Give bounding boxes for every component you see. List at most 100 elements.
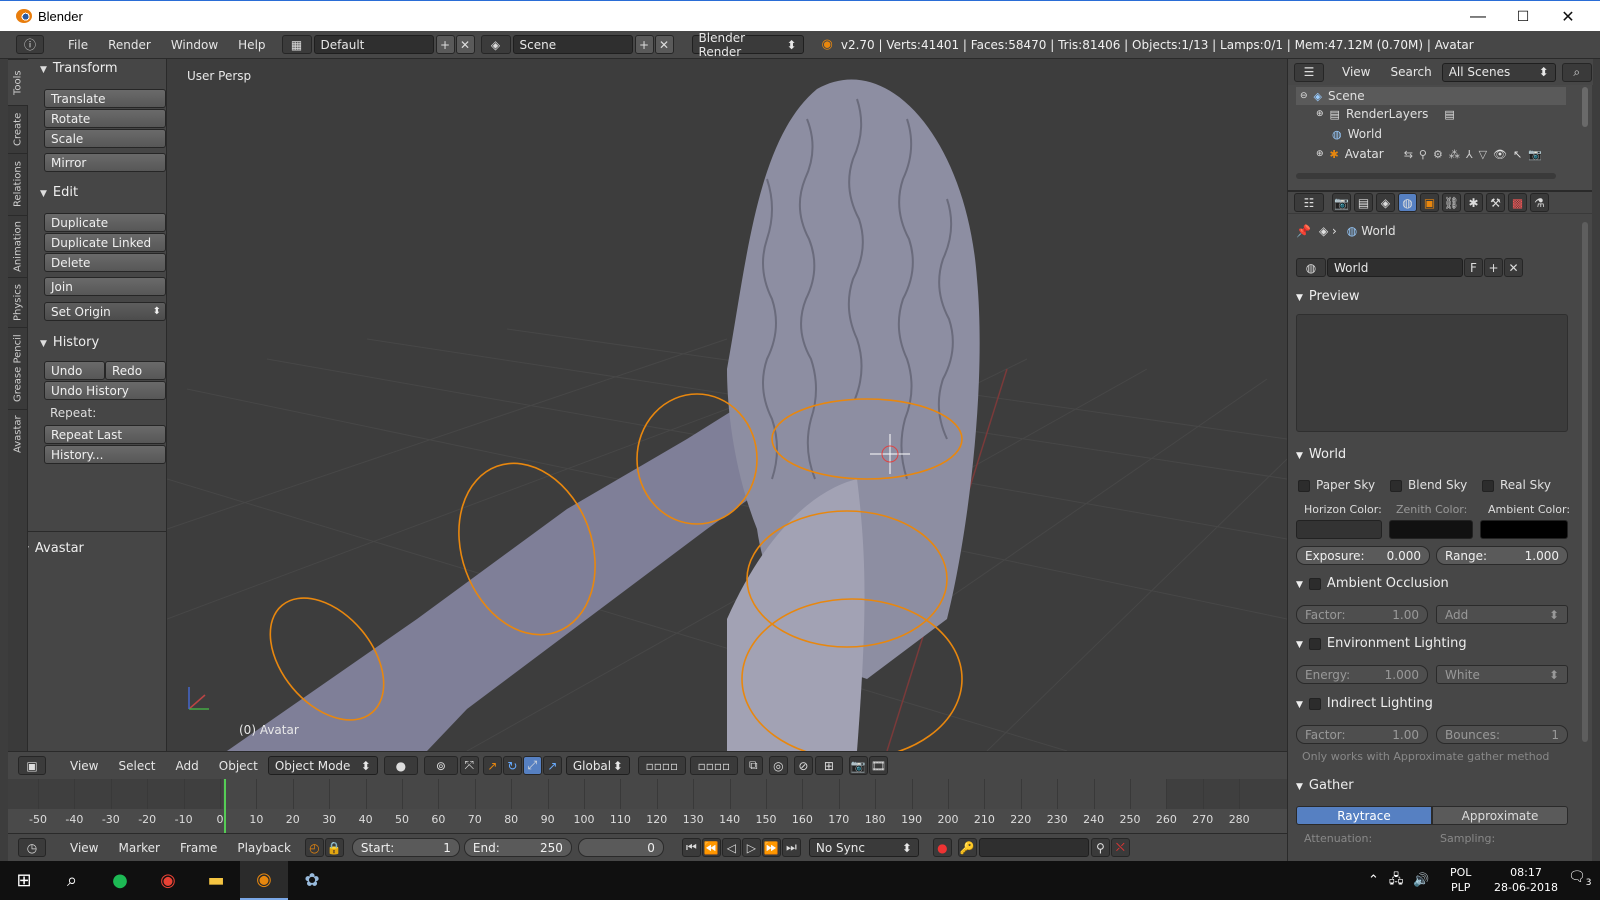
collapse-icon[interactable]: ⊖	[1300, 91, 1308, 101]
timeline[interactable]: -50 -40 -30 -20 -10 0 10 20 30 40 50 60 70 80 90 100 110…	[8, 779, 1287, 833]
snap-element-icon[interactable]: ⊞	[814, 756, 843, 775]
render-layers-tab-icon[interactable]: ▤	[1354, 193, 1373, 212]
indirect-lighting-panel-header[interactable]: Indirect Lighting	[1296, 696, 1433, 711]
gather-panel-header[interactable]: Gather	[1296, 778, 1354, 793]
armature-data-tab-icon[interactable]: ✱	[1464, 193, 1483, 212]
energy-field[interactable]: Energy: 1.000	[1296, 665, 1428, 684]
unlink-world-icon[interactable]: ✕	[1504, 258, 1523, 277]
orientation-select[interactable]: Global ⬍	[565, 756, 630, 775]
jump-keyframe-back-icon[interactable]: ⏪	[701, 838, 721, 857]
scene-tab-icon[interactable]: ◈	[1376, 193, 1395, 212]
history-more-button[interactable]: History...	[44, 445, 166, 464]
jump-keyframe-forward-icon[interactable]: ⏩	[761, 838, 781, 857]
fake-user-button[interactable]: F	[1464, 258, 1483, 277]
outliner-row-scene[interactable]: ⊖ ◈ Scene	[1296, 87, 1566, 105]
network-icon[interactable]: 🖧	[1389, 870, 1404, 892]
preview-panel-header[interactable]: Preview	[1296, 289, 1360, 304]
horizon-color-swatch[interactable]	[1296, 520, 1382, 539]
redo-button[interactable]: Redo	[105, 361, 166, 380]
transform-orientation-icon[interactable]: ↗	[542, 756, 562, 775]
keying-set-field[interactable]	[978, 838, 1089, 857]
outliner-horizontal-scrollbar[interactable]	[1296, 173, 1556, 179]
maximize-button[interactable]: ☐	[1500, 1, 1546, 32]
tab-create[interactable]: Create	[8, 105, 28, 153]
transform-panel-header[interactable]: Transform	[40, 61, 118, 76]
real-sky-checkbox[interactable]: Real Sky	[1482, 478, 1551, 492]
mirror-button[interactable]: Mirror	[44, 153, 166, 172]
lock-layers-icon[interactable]: ⧉	[743, 756, 763, 775]
record-icon[interactable]: ●	[932, 838, 952, 857]
translate-manipulator-icon[interactable]: ↗	[482, 756, 502, 775]
ao-panel-header[interactable]: Ambient Occlusion	[1296, 576, 1449, 591]
screen-layout-field[interactable]: Default	[313, 35, 434, 54]
expand-icon[interactable]: ⊕	[1316, 109, 1324, 119]
world-name-field[interactable]: World	[1327, 258, 1463, 277]
scene-icon[interactable]: ◈	[480, 35, 511, 54]
ao-enable-checkbox[interactable]	[1308, 577, 1321, 590]
menu-frame[interactable]: Frame	[170, 841, 227, 855]
editor-type-info-icon[interactable]: ⓘ	[16, 35, 44, 54]
bone-tab-icon[interactable]: ⚒	[1486, 193, 1505, 212]
viewport-scene[interactable]	[167, 59, 1287, 751]
render-tab-icon[interactable]: 📷	[1332, 193, 1351, 212]
close-button[interactable]: ✕	[1545, 1, 1591, 32]
insert-keyframe-icon[interactable]: ⚲	[1090, 838, 1110, 857]
tab-relations[interactable]: Relations	[8, 153, 28, 215]
expand-icon[interactable]: ⊕	[1316, 149, 1324, 159]
ao-factor-field[interactable]: Factor: 1.00	[1296, 605, 1428, 624]
outliner-row-world[interactable]: ◍ World	[1332, 127, 1382, 141]
sync-select[interactable]: No Sync ⬍	[808, 838, 919, 857]
undo-history-button[interactable]: Undo History	[44, 381, 166, 400]
approximate-button[interactable]: Approximate	[1432, 806, 1568, 825]
snap-icon[interactable]: ⊘	[793, 756, 813, 775]
jump-end-icon[interactable]: ⏭	[781, 838, 801, 857]
menu-view-timeline[interactable]: View	[60, 841, 108, 855]
set-origin-dropdown[interactable]: Set Origin ⬍	[44, 302, 166, 321]
zenith-color-swatch[interactable]	[1389, 520, 1473, 539]
tab-physics[interactable]: Physics	[8, 277, 28, 327]
jump-start-icon[interactable]: ⏮	[681, 838, 701, 857]
minimize-button[interactable]: —	[1455, 1, 1501, 32]
selectability-cursor-icon[interactable]: ↖	[1513, 148, 1522, 161]
translate-button[interactable]: Translate	[44, 89, 166, 108]
tab-avastar[interactable]: Avastar	[8, 409, 28, 459]
menu-object[interactable]: Object	[209, 759, 268, 773]
current-frame-marker[interactable]	[224, 779, 226, 833]
world-tab-icon[interactable]: ◍	[1398, 193, 1417, 212]
add-scene-icon[interactable]: +	[634, 35, 654, 54]
outliner-vertical-scrollbar[interactable]	[1582, 87, 1588, 127]
clock[interactable]: 08:17 28-06-2018	[1486, 865, 1566, 895]
input-language[interactable]: POL PLP	[1450, 865, 1471, 895]
notifications-icon[interactable]: 🗨3	[1568, 869, 1592, 888]
spotify-icon[interactable]: ●	[96, 861, 144, 900]
menu-add[interactable]: Add	[166, 759, 209, 773]
raytrace-button[interactable]: Raytrace	[1296, 806, 1432, 825]
scene-field[interactable]: Scene	[512, 35, 633, 54]
menu-playback[interactable]: Playback	[227, 841, 301, 855]
layers-grid-1-icon[interactable]: ▫▫▫▫	[637, 756, 686, 775]
outliner-filter-select[interactable]: All Scenes ⬍	[1441, 62, 1556, 82]
file-explorer-icon[interactable]: ▬	[192, 861, 240, 900]
mode-select[interactable]: Object Mode ⬍	[267, 756, 378, 775]
properties-scrollbar[interactable]	[1582, 222, 1588, 742]
world-panel-header[interactable]: World	[1296, 447, 1346, 462]
tab-animation[interactable]: Animation	[8, 215, 28, 277]
edit-panel-header[interactable]: Edit	[40, 185, 78, 200]
outliner[interactable]: ☰ View Search All Scenes ⬍ ⌕ ⊖ ◈ Scene ⊕ …	[1287, 59, 1593, 190]
paper-sky-box[interactable]	[1298, 479, 1310, 492]
windows-start-icon[interactable]: ⊞	[0, 861, 48, 900]
real-sky-box[interactable]	[1482, 479, 1494, 492]
viewport-shading-icon[interactable]: ●	[383, 756, 418, 775]
menu-view[interactable]: View	[60, 759, 108, 773]
history-panel-header[interactable]: History	[40, 335, 99, 350]
blend-sky-checkbox[interactable]: Blend Sky	[1390, 478, 1467, 492]
visibility-eye-icon[interactable]: 👁	[1493, 148, 1507, 161]
ambient-color-swatch[interactable]	[1480, 520, 1568, 539]
render-opengl-icon[interactable]: 📷	[848, 756, 868, 775]
duplicate-linked-button[interactable]: Duplicate Linked	[44, 233, 166, 252]
editor-type-outliner-icon[interactable]: ☰	[1294, 62, 1324, 82]
texture-tab-icon[interactable]: ▩	[1508, 193, 1527, 212]
editor-type-timeline-icon[interactable]: ◷	[18, 838, 46, 857]
menu-select[interactable]: Select	[108, 759, 165, 773]
world-browse-icon[interactable]: ◍	[1296, 258, 1326, 277]
